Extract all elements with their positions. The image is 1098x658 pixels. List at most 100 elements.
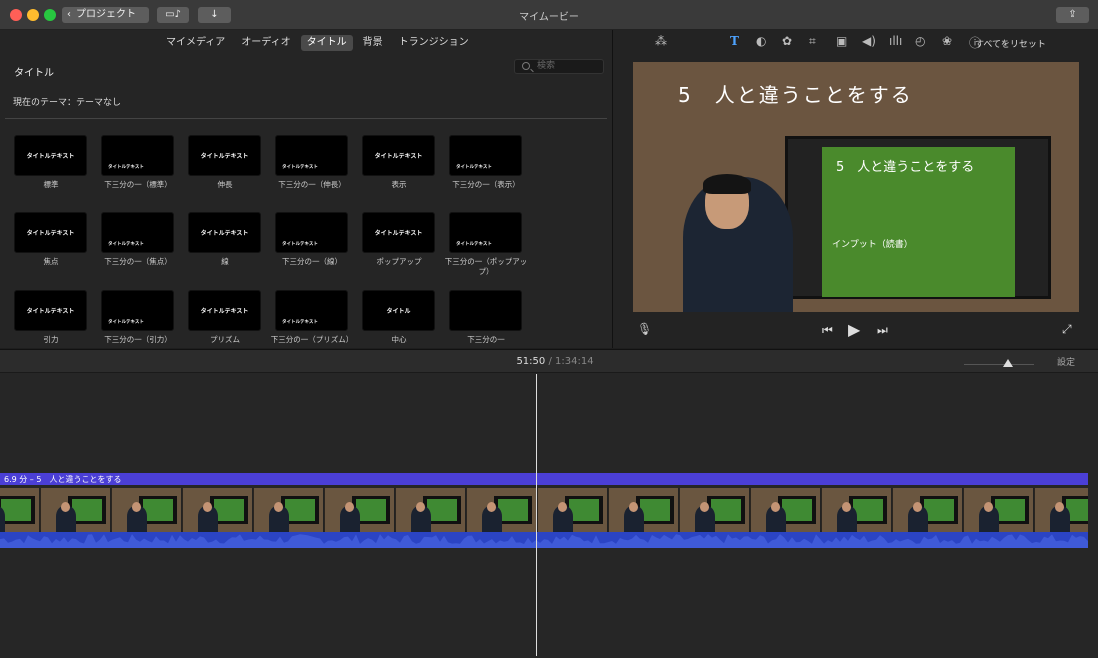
magic-wand-icon[interactable]: ⁂ <box>655 34 667 48</box>
title-thumbnail-text: タイトルテキスト <box>26 308 75 315</box>
clip-frame <box>538 488 608 532</box>
clip-frame <box>680 488 750 532</box>
title-thumbnail[interactable]: タイトルテキスト <box>188 212 261 253</box>
title-thumbnail-text: タイトルテキスト <box>374 230 423 237</box>
title-thumbnail[interactable]: タイトルテキスト <box>101 212 174 253</box>
total-duration: / 1:34:14 <box>548 356 594 367</box>
title-thumbnail[interactable]: タイトルテキスト <box>14 135 87 176</box>
screen-caption: 5 人と違うことをする <box>836 160 975 175</box>
current-theme-label: 現在のテーマ：テーマなし <box>13 98 122 108</box>
title-label: 引力 <box>43 335 59 344</box>
color-balance-icon[interactable]: ◐ <box>756 34 766 48</box>
title-thumbnail-text: タイトルテキスト <box>26 153 75 160</box>
search-field[interactable]: 検索 <box>514 59 604 74</box>
title-thumbnail-text: タイトルテキスト <box>200 153 249 160</box>
title-thumbnail-text: タイトルテキスト <box>456 165 492 170</box>
skip-back-icon[interactable]: ⏮ <box>822 323 833 338</box>
fullscreen-icon[interactable]: ⤢ <box>1062 322 1072 337</box>
title-label: 伸長 <box>217 180 233 189</box>
tab-titles[interactable]: タイトル <box>300 35 353 51</box>
share-icon: ⇪ <box>1068 9 1077 20</box>
clip-frame <box>41 488 111 532</box>
title-thumbnail[interactable]: タイトルテキスト <box>362 212 435 253</box>
title-thumbnail[interactable]: タイトルテキスト <box>449 135 522 176</box>
timeline-header: 51:50 / 1:34:14 設定 <box>0 349 1098 373</box>
title-thumbnail-text: タイトルテキスト <box>282 165 318 170</box>
tab-my-media[interactable]: マイメディア <box>160 35 231 51</box>
title-label: 表示 <box>391 180 407 189</box>
zoom-slider-knob[interactable] <box>1003 359 1013 367</box>
search-icon <box>522 62 530 70</box>
title-thumbnail[interactable] <box>449 290 522 331</box>
overlay-title-text: 5 人と違うことをする <box>678 83 913 107</box>
video-clip[interactable] <box>0 488 1088 532</box>
content-browser: マイメディア オーディオ タイトル 背景 トランジション タイトル 検索 現在の… <box>0 30 612 348</box>
clip-frame <box>183 488 253 532</box>
clip-frame <box>254 488 324 532</box>
timeline-settings-button[interactable]: 設定 <box>1057 355 1075 368</box>
playhead[interactable] <box>536 374 537 656</box>
title-label: 下三分の一（伸長） <box>278 180 346 189</box>
crop-icon[interactable]: ⌗ <box>809 34 816 49</box>
video-preview: 5 人と違うことをする 5 人と違うことをする インプット（読書） <box>633 62 1079 312</box>
clip-frame <box>964 488 1034 532</box>
title-label: 線 <box>221 257 229 266</box>
stabilization-icon[interactable]: ▣ <box>836 34 847 48</box>
waveform-graphic <box>0 534 1088 548</box>
microphone-icon[interactable]: 🎙 <box>637 322 652 336</box>
search-placeholder: 検索 <box>537 61 556 71</box>
title-thumbnail[interactable]: タイトルテキスト <box>101 290 174 331</box>
title-label: 下三分の一（ポップアップ） <box>444 257 528 276</box>
title-label: 下三分の一（プリズム） <box>270 335 354 344</box>
title-thumbnail[interactable]: タイトルテキスト <box>101 135 174 176</box>
audio-waveform[interactable] <box>0 532 1088 548</box>
title-thumbnail[interactable]: タイトルテキスト <box>14 290 87 331</box>
title-label: 下三分の一（焦点） <box>104 257 172 266</box>
title-thumbnail-text: タイトル <box>386 308 411 315</box>
title-thumbnail[interactable]: タイトルテキスト <box>449 212 522 253</box>
title-clip[interactable]: 6.9 分 – 5 人と違うことをする <box>0 473 1088 485</box>
title-label: ポップアップ <box>376 257 422 266</box>
filter-icon[interactable]: ❀ <box>942 34 952 48</box>
equalizer-icon[interactable]: ıllı <box>889 34 902 48</box>
presenter-hair <box>703 174 751 194</box>
title-thumbnail[interactable]: タイトルテキスト <box>275 290 348 331</box>
title-bar: ‹ プロジェクト ▭♪ ↓ マイムービー ⇪ <box>0 0 1098 30</box>
title-thumbnail-text: タイトルテキスト <box>108 165 144 170</box>
clip-frame <box>112 488 182 532</box>
share-button[interactable]: ⇪ <box>1056 7 1089 23</box>
title-tool-icon[interactable]: T <box>730 34 739 48</box>
timecode: 51:50 / 1:34:14 <box>0 356 1098 367</box>
tab-backgrounds[interactable]: 背景 <box>357 35 389 51</box>
color-palette-icon[interactable]: ✿ <box>782 34 792 48</box>
browser-tabs: マイメディア オーディオ タイトル 背景 トランジション <box>160 35 475 51</box>
title-thumbnail-text: タイトルテキスト <box>200 230 249 237</box>
clip-frame <box>0 488 40 532</box>
title-thumbnail-text: タイトルテキスト <box>282 242 318 247</box>
play-icon[interactable]: ▶ <box>848 320 860 339</box>
title-thumbnail[interactable]: タイトルテキスト <box>188 290 261 331</box>
tab-audio[interactable]: オーディオ <box>235 35 296 51</box>
title-label: 下三分の一（線） <box>282 257 342 266</box>
zoom-slider-track[interactable] <box>964 364 1034 365</box>
reset-all-button[interactable]: すべてをリセット <box>975 37 1046 50</box>
screen-subcaption: インプット（読書） <box>832 240 913 250</box>
title-thumbnail[interactable]: タイトルテキスト <box>275 212 348 253</box>
title-thumbnail[interactable]: タイトルテキスト <box>362 135 435 176</box>
skip-forward-icon[interactable]: ⏭ <box>877 323 888 338</box>
screen-image: 5 人と違うことをする インプット（読書） <box>822 147 1015 297</box>
title-thumbnail-text: タイトルテキスト <box>282 320 318 325</box>
title-label: 下三分の一 <box>467 335 505 344</box>
title-label: 下三分の一（引力） <box>104 335 172 344</box>
clip-frame <box>751 488 821 532</box>
clip-frame <box>822 488 892 532</box>
title-thumbnail[interactable]: タイトル <box>362 290 435 331</box>
volume-icon[interactable]: ◀) <box>862 34 876 48</box>
title-thumbnail[interactable]: タイトルテキスト <box>188 135 261 176</box>
title-thumbnail-text: タイトルテキスト <box>26 230 75 237</box>
tab-transitions[interactable]: トランジション <box>393 35 475 51</box>
title-thumbnail[interactable]: タイトルテキスト <box>14 212 87 253</box>
clip-frame <box>325 488 395 532</box>
title-thumbnail[interactable]: タイトルテキスト <box>275 135 348 176</box>
speed-icon[interactable]: ◴ <box>915 34 925 48</box>
